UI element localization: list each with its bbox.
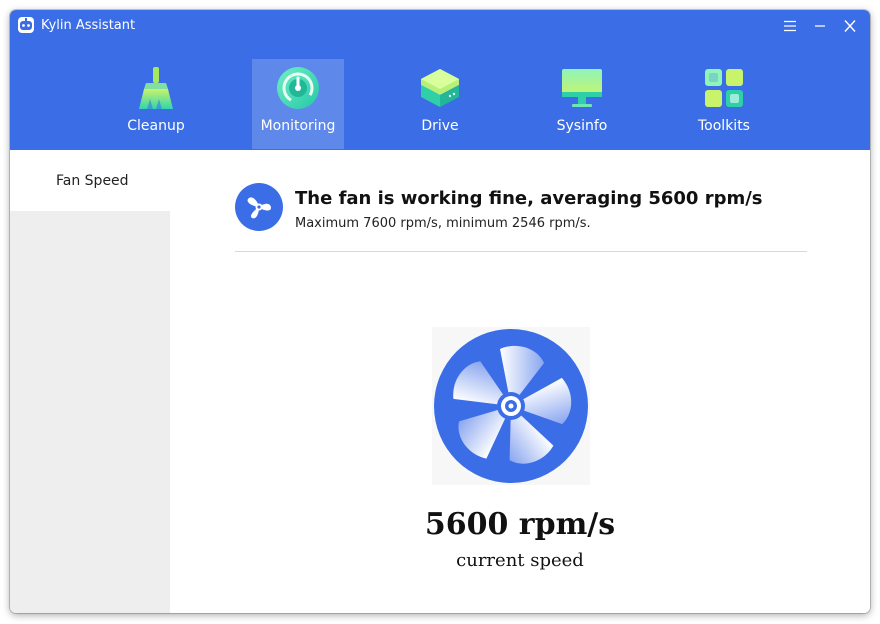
nav-item-monitoring[interactable]: Monitoring	[252, 59, 344, 149]
window-title: Kylin Assistant	[41, 18, 136, 33]
monitor-icon	[562, 69, 602, 107]
minimize-button[interactable]	[809, 16, 831, 36]
main-nav: Cleanup Monitoring Drive Sysinfo Toolkit…	[10, 58, 870, 150]
sidebar-item-fan-speed[interactable]: Fan Speed	[10, 150, 170, 211]
fan-status-title: The fan is working fine, averaging 5600 …	[295, 188, 763, 209]
menu-button[interactable]	[779, 16, 801, 36]
current-speed-caption: current speed	[456, 550, 584, 571]
nav-label: Drive	[421, 118, 459, 134]
sidebar: Fan Speed	[10, 150, 170, 613]
fan-status-detail: Maximum 7600 rpm/s, minimum 2546 rpm/s.	[295, 216, 591, 231]
nav-label: Sysinfo	[556, 118, 608, 134]
nav-item-sysinfo[interactable]: Sysinfo	[536, 59, 628, 149]
sidebar-item-label: Fan Speed	[56, 173, 129, 189]
fan-status-icon	[235, 183, 283, 231]
nav-item-drive[interactable]: Drive	[394, 59, 486, 149]
header: Kylin Assistant Cleanup Monitoring Drive…	[10, 10, 870, 150]
nav-item-toolkits[interactable]: Toolkits	[678, 59, 770, 149]
nav-item-cleanup[interactable]: Cleanup	[110, 59, 202, 149]
fan-speed-panel: The fan is working fine, averaging 5600 …	[170, 150, 870, 613]
broom-icon	[139, 67, 173, 109]
nav-label: Toolkits	[698, 118, 750, 134]
title-bar: Kylin Assistant	[10, 10, 870, 42]
app-window: Kylin Assistant Cleanup Monitoring Drive…	[10, 10, 870, 613]
grid-icon	[705, 69, 743, 107]
current-speed-value: 5600 rpm/s	[424, 507, 616, 542]
minimize-icon	[815, 25, 825, 27]
close-icon	[844, 20, 856, 32]
menu-icon	[784, 20, 796, 32]
fan-illustration-icon	[432, 327, 590, 485]
kylin-assistant-logo-icon	[18, 17, 34, 33]
nav-label: Monitoring	[260, 118, 336, 134]
gauge-icon	[277, 67, 319, 109]
stack-icon	[421, 69, 459, 107]
divider	[235, 251, 807, 252]
close-button[interactable]	[839, 16, 861, 36]
nav-label: Cleanup	[127, 118, 185, 134]
